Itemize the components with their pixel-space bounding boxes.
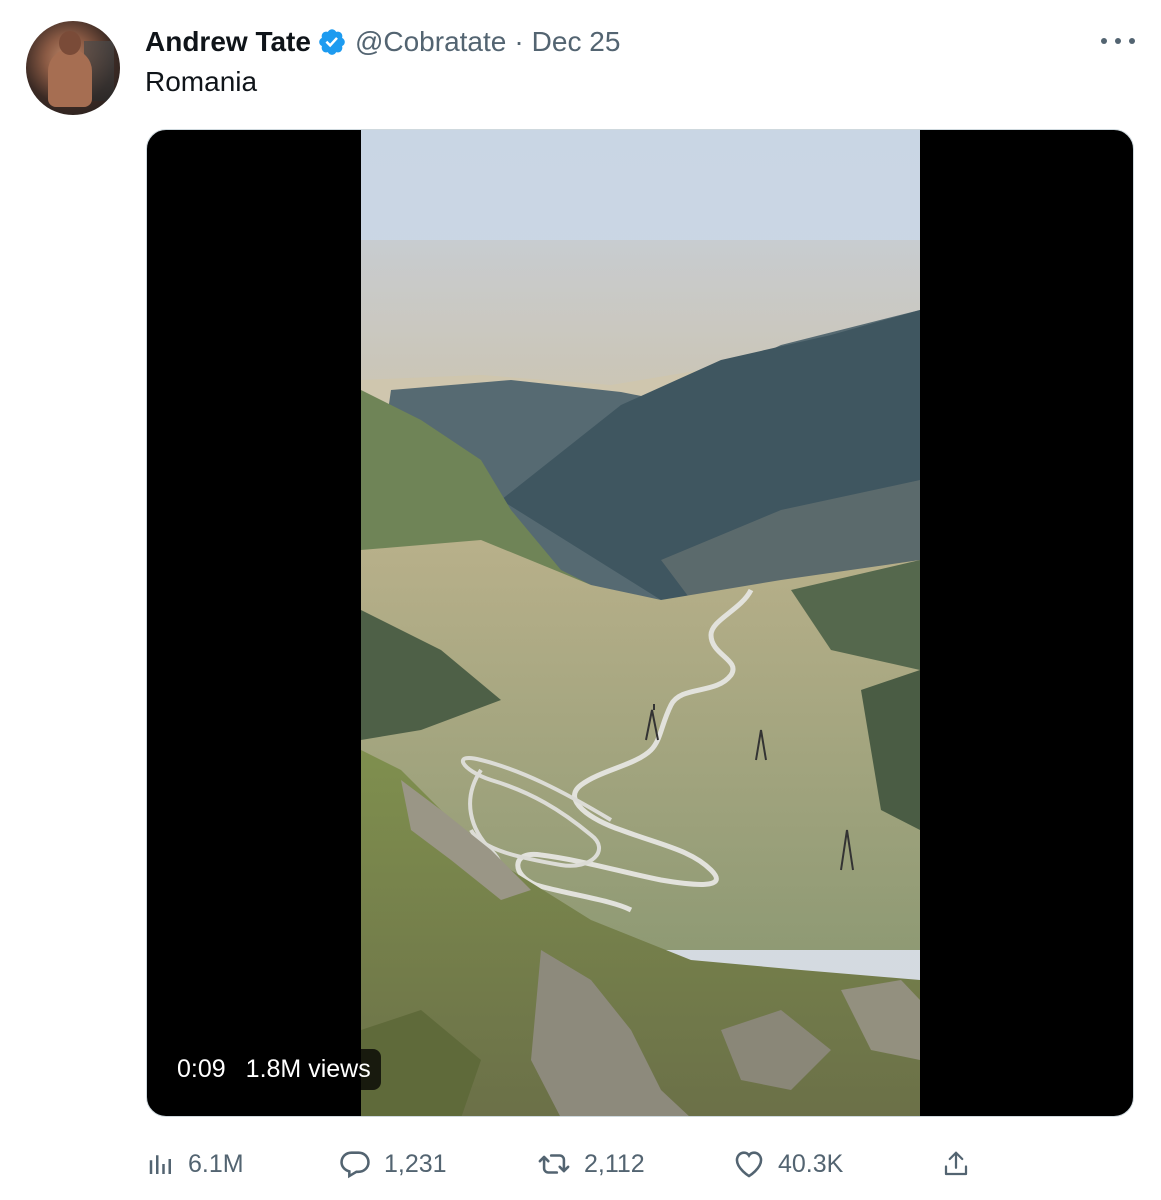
- tweet-text: Romania: [145, 66, 258, 97]
- retweet-button[interactable]: 2,112: [536, 1140, 645, 1188]
- tweet-date[interactable]: Dec 25: [532, 26, 621, 58]
- video-player[interactable]: 0:09 1.8M views: [146, 129, 1134, 1117]
- share-button[interactable]: [941, 1140, 983, 1188]
- video-views: 1.8M views: [245, 1055, 371, 1083]
- avatar-head: [59, 31, 81, 55]
- tweet-actions-bar: 6.1M 1,231 2,112 40.3K: [146, 1140, 976, 1188]
- author-handle[interactable]: @Cobratate: [355, 26, 506, 58]
- tweet-header: Andrew Tate @Cobratate · Dec 25: [145, 22, 620, 62]
- views-count: 6.1M: [188, 1149, 244, 1178]
- like-button[interactable]: 40.3K: [732, 1140, 843, 1188]
- views-button[interactable]: 6.1M: [146, 1140, 244, 1188]
- author-name[interactable]: Andrew Tate: [145, 26, 311, 58]
- like-count: 40.3K: [778, 1149, 844, 1178]
- reply-button[interactable]: 1,231: [338, 1140, 447, 1188]
- mountain-landscape-image: [361, 130, 920, 1116]
- share-icon: [944, 1151, 968, 1176]
- video-info-overlay: 0:09 1.8M views: [167, 1049, 381, 1090]
- retweet-count: 2,112: [584, 1149, 645, 1178]
- retweet-icon: [538, 1154, 570, 1174]
- video-frame[interactable]: [361, 130, 920, 1116]
- more-dot: [1115, 38, 1121, 44]
- more-dot: [1129, 38, 1135, 44]
- header-separator: ·: [514, 26, 524, 57]
- avatar-figure: [48, 49, 92, 107]
- avatar[interactable]: [26, 21, 120, 115]
- more-options-icon[interactable]: [1101, 28, 1135, 54]
- heart-icon: [735, 1151, 763, 1178]
- bar-chart-icon: [149, 1155, 171, 1174]
- reply-icon: [340, 1151, 370, 1179]
- video-duration: 0:09: [177, 1055, 226, 1083]
- reply-count: 1,231: [384, 1149, 447, 1178]
- more-dot: [1101, 38, 1107, 44]
- verified-badge-icon: [319, 29, 345, 55]
